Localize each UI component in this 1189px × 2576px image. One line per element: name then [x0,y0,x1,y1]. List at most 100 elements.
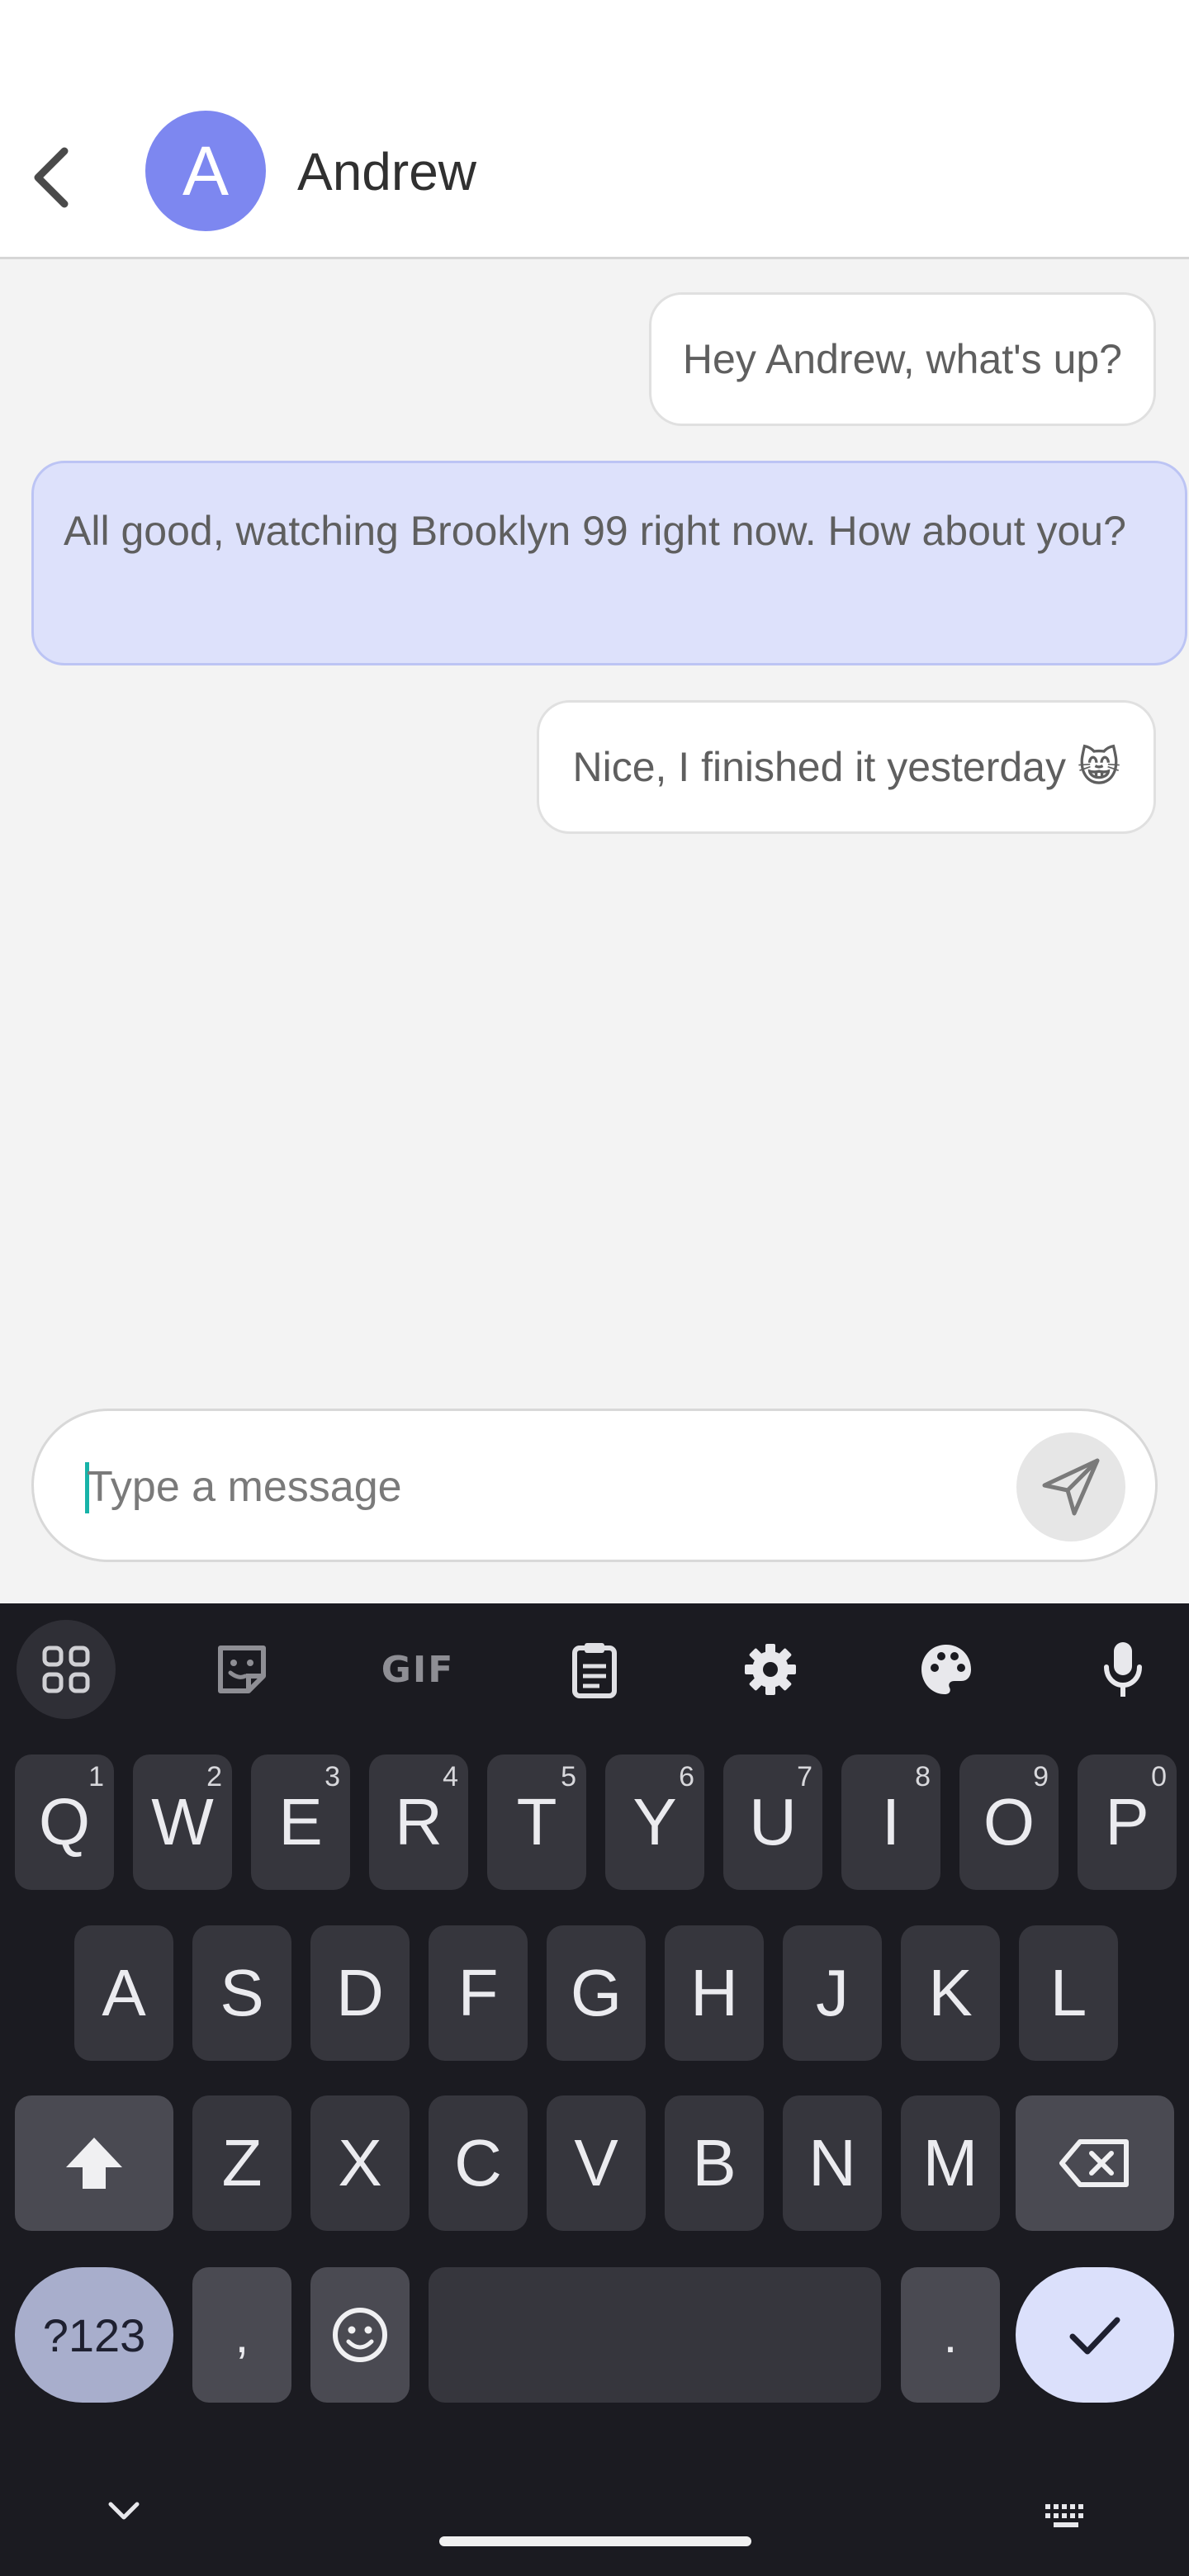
backspace-key[interactable] [1016,2095,1174,2231]
key-label: X [338,2126,382,2200]
key-h[interactable]: H [665,1925,764,2061]
chat-header: A Andrew [0,91,1189,259]
chevron-down-icon [108,2502,140,2520]
switch-keyboard-button[interactable] [1042,2500,1092,2533]
key-l[interactable]: L [1019,1925,1118,2061]
key-label: P [1105,1785,1149,1859]
key-o[interactable]: O9 [959,1754,1059,1890]
sticker-button[interactable] [192,1620,291,1719]
symbols-key[interactable]: ?123 [15,2267,173,2403]
key-a[interactable]: A [74,1925,173,2061]
key-hint: 1 [88,1761,104,1792]
key-label: U [749,1785,797,1859]
key-t[interactable]: T5 [487,1754,586,1890]
message-text: Nice, I finished it yesterday 😸 [572,744,1120,790]
key-q[interactable]: Q1 [15,1754,114,1890]
shift-key[interactable] [15,2095,173,2231]
key-f[interactable]: F [429,1925,528,2061]
keyboard-toolbar: GIF [0,1603,1189,1735]
key-u[interactable]: U7 [723,1754,822,1890]
key-v[interactable]: V [547,2095,646,2231]
key-c[interactable]: C [429,2095,528,2231]
key-label: M [922,2126,978,2200]
apps-grid-icon [42,1646,90,1693]
voice-input-button[interactable] [1073,1620,1172,1719]
key-p[interactable]: P0 [1078,1754,1177,1890]
key-label: B [692,2126,737,2200]
sticker-icon [218,1646,266,1693]
key-label: T [516,1785,557,1859]
key-i[interactable]: I8 [841,1754,940,1890]
hide-keyboard-button[interactable] [99,2487,149,2536]
gif-button[interactable]: GIF [368,1620,467,1719]
key-b[interactable]: B [665,2095,764,2231]
apps-grid-button[interactable] [17,1620,116,1719]
gif-label: GIF [381,1648,455,1691]
settings-button[interactable] [721,1620,820,1719]
key-hint: 4 [443,1761,458,1792]
key-label: I [881,1785,901,1859]
avatar-letter: A [182,131,230,210]
message-outgoing[interactable]: Hey Andrew, what's up? [648,292,1156,426]
theme-button[interactable] [897,1620,996,1719]
key-label: . [943,2307,958,2363]
key-label: Y [632,1785,677,1859]
send-button[interactable] [1016,1432,1125,1541]
comma-key[interactable]: , [192,2267,291,2403]
contact-name[interactable]: Andrew [297,137,476,206]
soft-keyboard: G I F Q 1 W 2 E 3 R 4 T 5 Y 6 U 7 I 8 O 9 … [0,1603,1189,2576]
enter-key[interactable] [1016,2267,1174,2403]
key-label: K [928,1956,973,2029]
emoji-key[interactable] [310,2267,410,2403]
key-label: Q [38,1785,91,1859]
message-composer [31,1409,1158,1562]
key-j[interactable]: J [783,1925,882,2061]
key-y[interactable]: Y6 [605,1754,704,1890]
message-incoming[interactable]: All good, watching Brooklyn 99 right now… [31,461,1187,665]
status-bar [0,0,1189,91]
keyboard-icon [1045,2504,1083,2527]
key-x[interactable]: X [310,2095,410,2231]
message-text: Hey Andrew, what's up? [682,336,1122,382]
space-key[interactable] [429,2267,881,2403]
key-label: E [278,1785,323,1859]
key-hint: 7 [797,1761,812,1792]
key-z[interactable]: Z [192,2095,291,2231]
key-g[interactable]: G [547,1925,646,2061]
key-label: W [151,1785,214,1859]
key-label: D [336,1956,384,2029]
key-n[interactable]: N [783,2095,882,2231]
key-m[interactable]: M [901,2095,1000,2231]
clipboard-button[interactable] [545,1620,644,1719]
shift-icon [66,2138,122,2189]
message-input[interactable] [87,1444,995,1530]
key-hint: 0 [1151,1761,1167,1792]
key-k[interactable]: K [901,1925,1000,2061]
key-label: C [454,2126,502,2200]
key-hint: 5 [561,1761,576,1792]
period-key[interactable]: . [901,2267,1000,2403]
emoji-icon [333,2308,387,2362]
key-d[interactable]: D [310,1925,410,2061]
message-outgoing[interactable]: Nice, I finished it yesterday 😸 [537,700,1156,834]
key-r[interactable]: R4 [369,1754,468,1890]
backspace-icon [1059,2139,1129,2187]
back-button[interactable] [20,132,86,223]
chevron-left-icon [34,147,69,208]
key-label: F [457,1956,499,2029]
key-hint: 3 [324,1761,340,1792]
key-hint: 8 [915,1761,931,1792]
key-s[interactable]: S [192,1925,291,2061]
gesture-handle[interactable] [439,2536,751,2546]
key-hint: 9 [1033,1761,1049,1792]
key-w[interactable]: W2 [133,1754,232,1890]
key-label: H [690,1956,738,2029]
key-label: ?123 [42,2308,146,2361]
key-label: S [220,1956,264,2029]
key-label: Z [221,2126,263,2200]
avatar[interactable]: A [145,111,266,231]
key-label: O [983,1785,1035,1859]
key-label: L [1049,1956,1087,2029]
key-e[interactable]: E3 [251,1754,350,1890]
palette-icon [921,1645,971,1694]
